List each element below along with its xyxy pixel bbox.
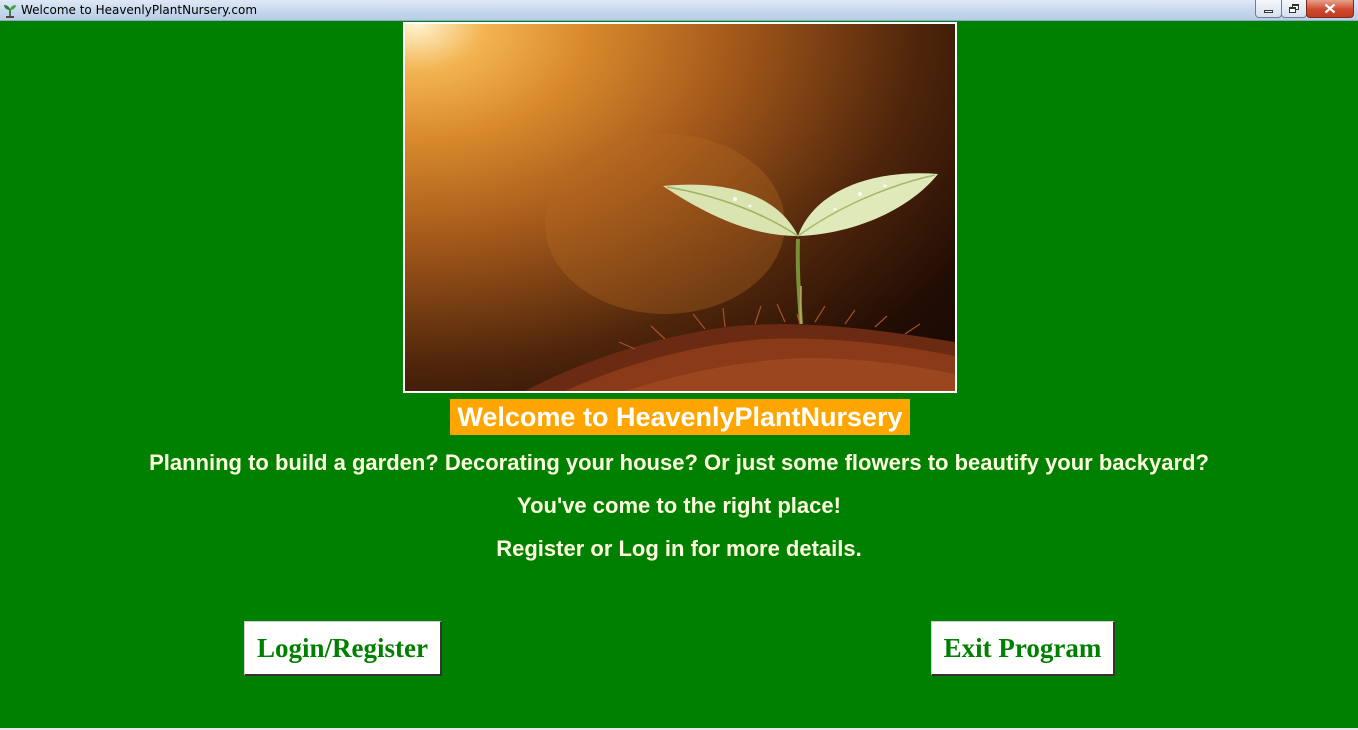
welcome-title: Welcome to HeavenlyPlantNursery xyxy=(450,399,910,435)
window-title-bar[interactable]: Welcome to HeavenlyPlantNursery.com xyxy=(0,0,1358,21)
close-icon xyxy=(1324,3,1336,14)
seedling-icon xyxy=(4,5,16,18)
instruction-text: Register or Log in for more details. xyxy=(496,536,862,561)
tagline-text: You've come to the right place! xyxy=(517,493,841,518)
exit-program-button[interactable]: Exit Program xyxy=(931,621,1115,676)
restore-button[interactable] xyxy=(1281,0,1307,18)
close-button[interactable] xyxy=(1306,0,1354,18)
intro-text: Planning to build a garden? Decorating y… xyxy=(149,450,1209,475)
minimize-icon xyxy=(1264,10,1273,13)
login-register-button[interactable]: Login/Register xyxy=(244,621,442,676)
restore-icon xyxy=(1288,3,1300,14)
minimize-button[interactable] xyxy=(1255,0,1282,18)
window-title: Welcome to HeavenlyPlantNursery.com xyxy=(21,3,258,17)
hero-image xyxy=(403,22,957,393)
